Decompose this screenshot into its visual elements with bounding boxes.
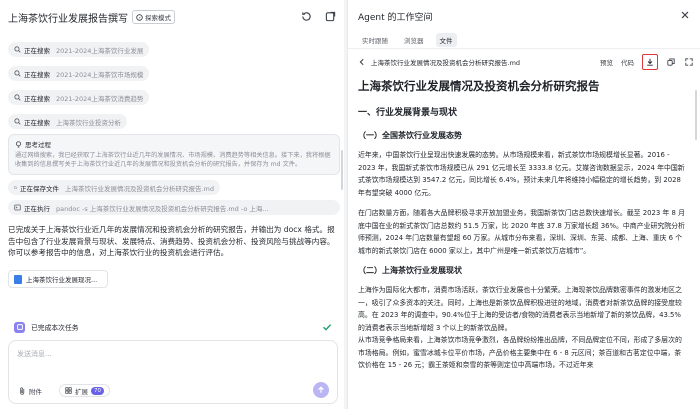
doc-paragraph: 从市场竞争格局来看，上海茶饮市场竞争激烈，各品牌纷纷推出品牌，不同品牌定位不同，… <box>358 336 682 369</box>
agent-steps: 正在搜索 2021-2024上海茶饮行业发展 正在搜索 2021-2024上海茶饮市… <box>8 38 340 220</box>
chat-title: 上海茶饮行业发展报告撰写 <box>8 13 128 25</box>
doc-subsection-heading: （二）上海茶饮行业发展现状 <box>358 266 462 275</box>
message-input[interactable] <box>17 349 317 367</box>
app-root: 上海茶饮行业发展报告撰写 探索模式 正在搜索 2021-2024上海茶饮行业发展 <box>0 0 700 409</box>
task-status-bar[interactable]: 已完成本次任务 <box>8 318 338 336</box>
step-query: 2021-2024上海茶饮消费趋势 <box>56 94 144 103</box>
workspace-tabs: 实时跟随 浏览器 文件 <box>358 33 457 47</box>
message-composer: 附件 扩展 70 <box>8 340 338 404</box>
document-preview[interactable]: 上海茶饮行业发展情况及投资机会分析研究报告 一、行业发展背景与现状 （一）全国茶… <box>358 78 686 409</box>
step-query: 2021-2024上海茶饮市场规模 <box>56 70 144 79</box>
attach-button[interactable]: 附件 <box>19 386 42 396</box>
send-arrow-icon <box>318 386 324 393</box>
search-step-2[interactable]: 正在搜索 2021-2024上海茶饮市场规模 <box>8 66 150 81</box>
history-icon[interactable] <box>300 10 312 22</box>
step-kind: 正在执行 <box>24 204 50 213</box>
task-icon <box>14 321 25 333</box>
file-icon <box>14 186 17 189</box>
terminal-icon <box>14 204 21 211</box>
search-step-1[interactable]: 正在搜索 2021-2024上海茶饮行业发展 <box>8 42 150 57</box>
search-icon <box>14 94 21 101</box>
chat-header: 上海茶饮行业发展报告撰写 探索模式 <box>0 0 344 34</box>
file-toolbar: 上海茶饮行业发展情况及投资机会分析研究报告.md 预览 代码 <box>358 54 694 70</box>
copy-icon[interactable] <box>666 57 676 67</box>
chat-scrollbar[interactable] <box>341 150 343 190</box>
workspace-panel: Agent 的工作空间 实时跟随 浏览器 文件 上海茶饮行业发展情况及投资机会分… <box>347 0 700 409</box>
chat-panel: 上海茶饮行业发展报告撰写 探索模式 正在搜索 2021-2024上海茶饮行业发展 <box>0 0 344 409</box>
explore-icon <box>136 13 143 21</box>
extensions-button[interactable]: 扩展 70 <box>59 384 110 397</box>
paperclip-icon <box>20 387 25 395</box>
thinking-title: 思考过程 <box>25 141 51 149</box>
step-kind: 正在保存文件 <box>19 184 59 193</box>
workspace-title: Agent 的工作空间 <box>358 13 433 23</box>
file-card-name: 上海茶饮行业发展现况... <box>26 276 98 284</box>
extensions-label: 扩展 <box>75 387 88 396</box>
tab-browser[interactable]: 浏览器 <box>400 33 428 47</box>
extension-icon <box>65 387 72 394</box>
doc-subsection-heading: （一）全国茶饮行业发展态势 <box>358 131 462 140</box>
exec-step[interactable]: 正在执行 pandoc -s 上海茶饮行业发展情况及投资机会分析研究报告.md -… <box>8 200 340 215</box>
search-step-3[interactable]: 正在搜索 2021-2024上海茶饮消费趋势 <box>8 90 150 105</box>
step-query: 上海茶饮行业发展情况及投资机会分析研究报告.md <box>64 184 214 193</box>
new-chat-icon[interactable] <box>324 10 336 22</box>
mode-badge-label: 探索模式 <box>145 14 171 22</box>
extensions-count: 70 <box>91 386 104 395</box>
search-icon <box>14 118 21 125</box>
check-icon <box>323 324 332 331</box>
tab-files[interactable]: 文件 <box>435 33 457 47</box>
output-file-card[interactable]: 上海茶饮行业发展现况... <box>8 270 108 288</box>
save-file-step[interactable]: 正在保存文件 上海茶饮行业发展情况及投资机会分析研究报告.md <box>8 180 220 195</box>
preview-button[interactable]: 预览 <box>600 57 613 67</box>
attach-label: 附件 <box>29 388 42 396</box>
tab-live-follow[interactable]: 实时跟随 <box>358 33 392 47</box>
docx-icon <box>14 274 22 284</box>
task-status-text: 已完成本次任务 <box>31 324 79 332</box>
doc-paragraph: 上海作为国际化大都市，消费市场活跃，茶饮行业发展也十分繁荣。上海现茶饮品牌数密事… <box>358 286 682 332</box>
doc-paragraph: 在门店数量方面，随着各大品牌积极寻求开放加盟业务，我国新茶饮门店总数快速增长。截… <box>358 209 685 255</box>
download-icon <box>647 58 653 66</box>
search-icon <box>14 46 21 53</box>
open-file-name: 上海茶饮行业发展情况及投资机会分析研究报告.md <box>371 59 521 67</box>
search-icon <box>14 70 21 77</box>
doc-section-heading: 一、行业发展背景与现状 <box>358 108 458 118</box>
thinking-process[interactable]: 思考过程 通过网络搜索，我已经获取了上海茶饮行业近几年的发展情况、市场规模、消费… <box>8 134 340 175</box>
close-icon[interactable] <box>680 10 690 20</box>
step-query: 上海茶饮行业投资分析 <box>56 118 121 127</box>
tabs-divider <box>348 48 700 49</box>
step-kind: 正在搜索 <box>24 70 50 79</box>
doc-title: 上海茶饮行业发展情况及投资机会分析研究报告 <box>358 79 600 93</box>
step-kind: 正在搜索 <box>24 46 50 55</box>
code-button[interactable]: 代码 <box>621 57 634 67</box>
thinking-body: 通过网络搜索，我已经获取了上海茶饮行业近几年的发展情况、市场规模、消费趋势等相关… <box>15 152 331 168</box>
fullscreen-icon[interactable] <box>684 57 694 67</box>
chevron-left-icon[interactable] <box>358 58 366 66</box>
step-query: 2021-2024上海茶饮行业发展 <box>56 46 144 55</box>
mode-badge[interactable]: 探索模式 <box>132 10 175 24</box>
step-kind: 正在搜索 <box>24 94 50 103</box>
document-scrollbar[interactable] <box>695 90 697 140</box>
step-query: pandoc -s 上海茶饮行业发展情况及投资机会分析研究报告.md -o 上海… <box>56 204 269 213</box>
bulb-icon <box>16 140 21 148</box>
agent-summary: 已完成关于上海茶饮行业近几年的发展情况和投资机会分析的研究报告，并输出为 doc… <box>8 225 335 257</box>
doc-paragraph: 近年来，中国茶饮行业呈现出快速发展的态势。从市场规模来看，新式茶饮市场规模增长显… <box>358 151 685 197</box>
step-kind: 正在搜索 <box>24 118 50 127</box>
download-button[interactable] <box>642 54 658 70</box>
search-step-4[interactable]: 正在搜索 上海茶饮行业投资分析 <box>8 114 127 129</box>
send-button[interactable] <box>313 382 329 398</box>
